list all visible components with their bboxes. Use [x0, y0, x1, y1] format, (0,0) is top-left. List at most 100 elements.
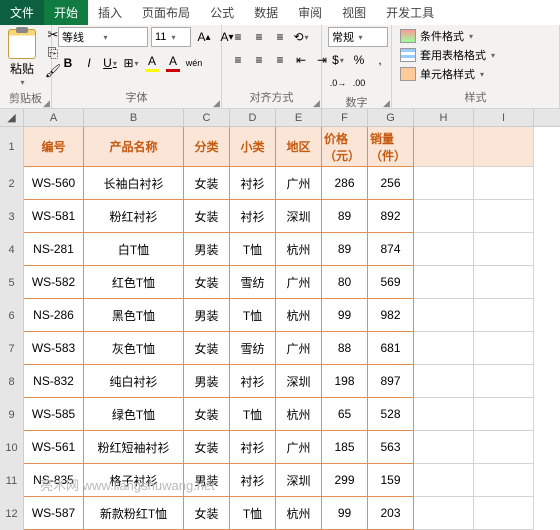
data-cell[interactable]: 雪纺	[230, 332, 276, 365]
format-table-button[interactable]: 套用表格格式▾	[398, 46, 497, 64]
data-cell[interactable]: 99	[322, 497, 368, 530]
font-name-combo[interactable]: 等线▾	[58, 27, 148, 47]
data-cell[interactable]: 红色T恤	[84, 266, 184, 299]
data-cell[interactable]: NS-286	[24, 299, 84, 332]
data-cell[interactable]: 563	[368, 431, 414, 464]
paste-button[interactable]: 粘贴 ▾	[6, 27, 38, 89]
dialog-launcher-icon[interactable]: ◢	[313, 98, 321, 106]
data-cell[interactable]: 男装	[184, 365, 230, 398]
header-cell[interactable]: 分类	[184, 127, 230, 167]
comma-button[interactable]: ,	[370, 50, 390, 70]
data-cell[interactable]: 灰色T恤	[84, 332, 184, 365]
data-cell[interactable]	[474, 266, 534, 299]
data-cell[interactable]	[414, 299, 474, 332]
data-cell[interactable]: 159	[368, 464, 414, 497]
tab-1[interactable]: 开始	[44, 0, 88, 25]
header-cell[interactable]: 编号	[24, 127, 84, 167]
data-cell[interactable]: 广州	[276, 266, 322, 299]
col-header-I[interactable]: I	[474, 109, 534, 126]
data-cell[interactable]: T恤	[230, 497, 276, 530]
data-cell[interactable]	[474, 464, 534, 497]
data-cell[interactable]: 女装	[184, 200, 230, 233]
col-header-C[interactable]: C	[184, 109, 230, 126]
data-cell[interactable]: T恤	[230, 398, 276, 431]
header-cell[interactable]: 地区	[276, 127, 322, 167]
indent-dec-button[interactable]: ⇤	[291, 50, 311, 70]
data-cell[interactable]: WS-585	[24, 398, 84, 431]
row-header-12[interactable]: 12	[0, 497, 24, 530]
data-cell[interactable]: NS-832	[24, 365, 84, 398]
orientation-button[interactable]: ⟲▾	[291, 27, 311, 47]
data-cell[interactable]	[414, 233, 474, 266]
data-cell[interactable]: 深圳	[276, 464, 322, 497]
data-cell[interactable]	[414, 365, 474, 398]
data-cell[interactable]: 绿色T恤	[84, 398, 184, 431]
data-cell[interactable]: 女装	[184, 398, 230, 431]
data-cell[interactable]	[414, 332, 474, 365]
cell-styles-button[interactable]: 单元格样式▾	[398, 65, 486, 83]
border-button[interactable]: ⊞▾	[121, 53, 141, 73]
data-cell[interactable]	[474, 200, 534, 233]
data-cell[interactable]	[414, 167, 474, 200]
data-cell[interactable]: 185	[322, 431, 368, 464]
data-cell[interactable]: 雪纺	[230, 266, 276, 299]
data-cell[interactable]: 89	[322, 200, 368, 233]
data-cell[interactable]: 广州	[276, 431, 322, 464]
data-cell[interactable]: 569	[368, 266, 414, 299]
data-cell[interactable]: 65	[322, 398, 368, 431]
row-header-5[interactable]: 5	[0, 266, 24, 299]
data-cell[interactable]: 897	[368, 365, 414, 398]
header-cell[interactable]: 小类	[230, 127, 276, 167]
row-header-1[interactable]: 1	[0, 127, 24, 167]
data-cell[interactable]	[414, 398, 474, 431]
row-header-2[interactable]: 2	[0, 167, 24, 200]
header-cell[interactable]	[474, 127, 534, 167]
data-cell[interactable]: 格子衬衫	[84, 464, 184, 497]
dialog-launcher-icon[interactable]: ◢	[383, 98, 391, 106]
align-left-button[interactable]: ≡	[228, 50, 248, 70]
data-cell[interactable]: 198	[322, 365, 368, 398]
data-cell[interactable]: 纯白衬衫	[84, 365, 184, 398]
data-cell[interactable]: 874	[368, 233, 414, 266]
data-cell[interactable]: 杭州	[276, 398, 322, 431]
data-cell[interactable]: 衬衫	[230, 167, 276, 200]
phonetic-button[interactable]: wén	[184, 53, 204, 73]
currency-button[interactable]: $▾	[328, 50, 348, 70]
data-cell[interactable]	[414, 266, 474, 299]
fill-color-button[interactable]: A	[142, 53, 162, 73]
data-cell[interactable]: 广州	[276, 332, 322, 365]
data-cell[interactable]: T恤	[230, 233, 276, 266]
data-cell[interactable]: 203	[368, 497, 414, 530]
font-color-button[interactable]: A	[163, 53, 183, 73]
data-cell[interactable]: 892	[368, 200, 414, 233]
data-cell[interactable]	[474, 167, 534, 200]
align-bottom-button[interactable]: ≡	[270, 27, 290, 47]
data-cell[interactable]: NS-835	[24, 464, 84, 497]
data-cell[interactable]: 男装	[184, 299, 230, 332]
row-header-8[interactable]: 8	[0, 365, 24, 398]
data-cell[interactable]: 衬衫	[230, 365, 276, 398]
col-header-E[interactable]: E	[276, 109, 322, 126]
header-cell[interactable]: 价格（元）	[322, 127, 368, 167]
data-cell[interactable]	[474, 365, 534, 398]
row-header-7[interactable]: 7	[0, 332, 24, 365]
data-cell[interactable]: 80	[322, 266, 368, 299]
select-all-corner[interactable]: ◢	[0, 109, 24, 126]
tab-4[interactable]: 公式	[200, 0, 244, 25]
data-cell[interactable]: 女装	[184, 431, 230, 464]
data-cell[interactable]: WS-561	[24, 431, 84, 464]
col-header-B[interactable]: B	[84, 109, 184, 126]
tab-7[interactable]: 视图	[332, 0, 376, 25]
header-cell[interactable]	[414, 127, 474, 167]
data-cell[interactable]: 286	[322, 167, 368, 200]
row-header-4[interactable]: 4	[0, 233, 24, 266]
data-cell[interactable]: 新款粉红T恤	[84, 497, 184, 530]
data-cell[interactable]: WS-560	[24, 167, 84, 200]
data-cell[interactable]: 深圳	[276, 200, 322, 233]
align-center-button[interactable]: ≡	[249, 50, 269, 70]
data-cell[interactable]: 衬衫	[230, 200, 276, 233]
data-cell[interactable]: 衬衫	[230, 431, 276, 464]
data-cell[interactable]: 粉红短袖衬衫	[84, 431, 184, 464]
header-cell[interactable]: 销量（件）	[368, 127, 414, 167]
data-cell[interactable]: 粉红衬衫	[84, 200, 184, 233]
